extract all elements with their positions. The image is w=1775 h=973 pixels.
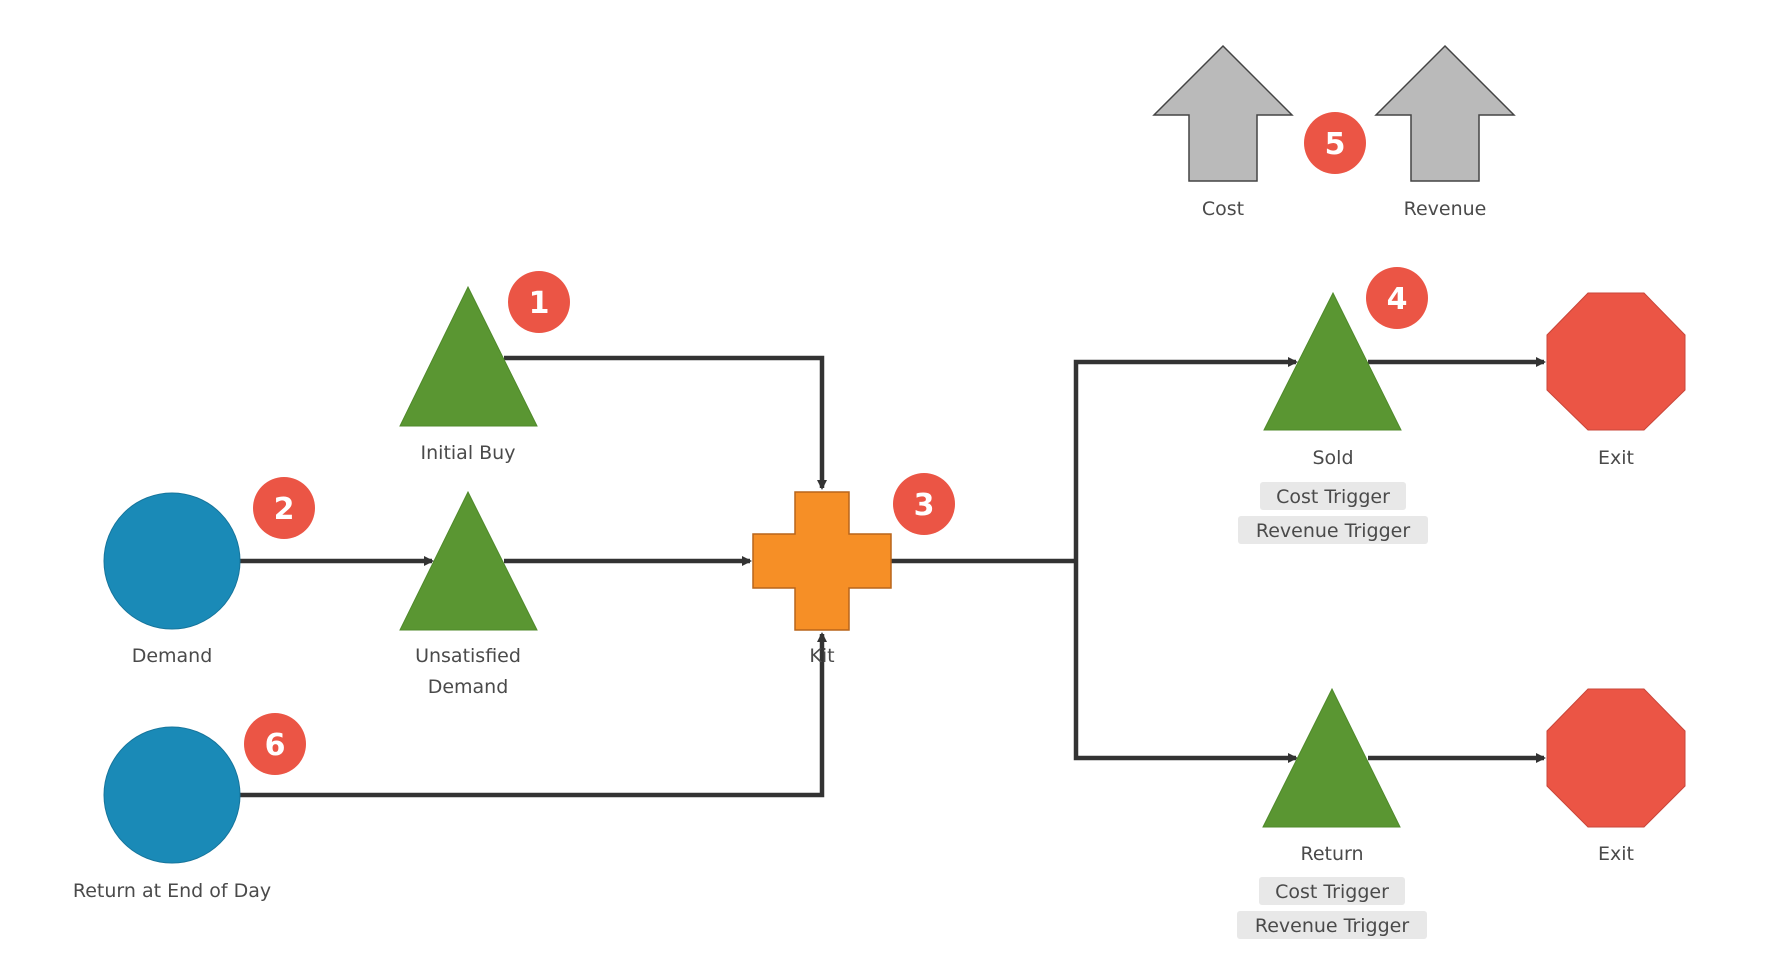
- initial-buy-label: Initial Buy: [421, 442, 516, 464]
- badge-6: 6: [244, 713, 306, 775]
- connector-return-eod-to-kit: [240, 632, 827, 798]
- return-label: Return: [1300, 843, 1363, 865]
- badge-number: 6: [265, 728, 286, 763]
- return-cost-trigger-tag[interactable]: Cost Trigger: [1275, 881, 1389, 903]
- exit-octagon-icon[interactable]: [1546, 292, 1686, 431]
- badge-2: 2: [253, 477, 315, 539]
- sold-label: Sold: [1312, 447, 1353, 469]
- badge-4: 4: [1366, 267, 1428, 329]
- badge-number: 1: [529, 286, 550, 321]
- cost-up-arrow-icon[interactable]: [1152, 44, 1294, 182]
- exit-octagon-icon[interactable]: [1546, 688, 1686, 828]
- demand-circle-icon[interactable]: [103, 492, 241, 630]
- return-revenue-trigger-tag[interactable]: Revenue Trigger: [1255, 915, 1409, 937]
- return-eod-circle-icon[interactable]: [103, 726, 241, 864]
- connector-initial-buy-to-kit: [504, 355, 827, 490]
- demand-label: Demand: [132, 645, 213, 667]
- badge-3: 3: [893, 473, 955, 535]
- exit-label: Exit: [1598, 843, 1634, 865]
- return-eod-label: Return at End of Day: [73, 880, 271, 902]
- revenue-up-arrow-icon[interactable]: [1374, 44, 1516, 182]
- badge-number: 5: [1325, 127, 1346, 162]
- unsatisfied-label-line1: Unsatisfied: [415, 645, 521, 667]
- sold-cost-trigger-tag[interactable]: Cost Trigger: [1276, 486, 1390, 508]
- badge-number: 4: [1387, 282, 1408, 317]
- kit-label: Kit: [809, 645, 834, 667]
- badge-5: 5: [1304, 112, 1366, 174]
- process-diagram: Demand Return at End of Day Initial Buy …: [73, 44, 1686, 939]
- revenue-label: Revenue: [1404, 198, 1487, 220]
- badge-1: 1: [508, 271, 570, 333]
- badge-number: 3: [914, 488, 935, 523]
- cost-label: Cost: [1202, 198, 1244, 220]
- exit-label: Exit: [1598, 447, 1634, 469]
- sold-revenue-trigger-tag[interactable]: Revenue Trigger: [1256, 520, 1410, 542]
- unsatisfied-label-line2: Demand: [428, 676, 509, 698]
- kit-cross-icon[interactable]: [752, 491, 892, 631]
- connector-branch-to-return: [1073, 561, 1298, 763]
- badge-number: 2: [274, 492, 295, 527]
